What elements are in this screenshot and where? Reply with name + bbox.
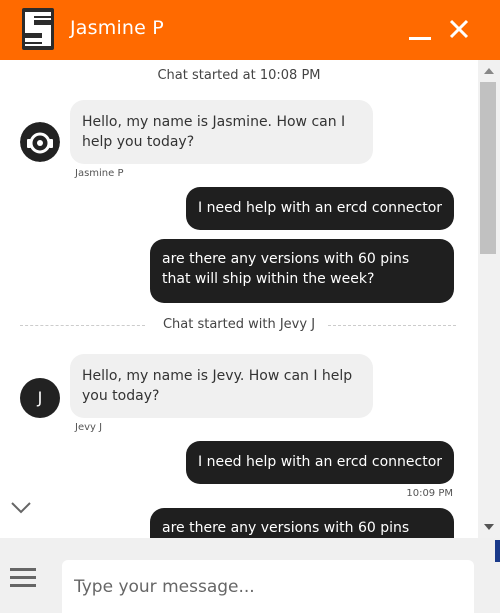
minimize-icon[interactable] xyxy=(407,22,433,46)
agent-name: Jasmine P xyxy=(70,17,164,39)
message-sender: Jevy J xyxy=(75,422,103,433)
menu-icon[interactable] xyxy=(10,568,36,588)
user-message: I need help with an ercd connector xyxy=(186,441,454,484)
chat-header: Jasmine P xyxy=(0,0,500,60)
close-icon[interactable] xyxy=(448,18,470,40)
message-input[interactable] xyxy=(62,560,474,613)
chat-transcript[interactable]: Chat started at 10:08 PM Hello, my name … xyxy=(0,60,478,538)
agent-transfer-notice: Chat started with Jevy J xyxy=(162,317,316,332)
user-message: I need help with an ercd connector xyxy=(186,187,454,230)
agent-avatar-headset-icon xyxy=(20,122,60,162)
message-timestamp: 10:09 PM xyxy=(406,488,453,499)
user-message: are there any versions with 60 pins that… xyxy=(150,239,454,303)
user-message: are there any versions with 60 pins that xyxy=(150,508,454,538)
chat-footer xyxy=(0,538,500,613)
chevron-down-icon[interactable] xyxy=(10,500,32,516)
agent-avatar: J xyxy=(20,378,60,418)
chat-started-notice: Chat started at 10:08 PM xyxy=(157,68,321,83)
agent-message: Hello, my name is Jevy. How can I help y… xyxy=(70,354,373,418)
window-edge xyxy=(495,540,500,562)
scroll-down-arrow-icon[interactable] xyxy=(484,524,494,530)
message-sender: Jasmine P xyxy=(75,168,124,179)
scrollbar-thumb[interactable] xyxy=(480,82,496,254)
s-logo-icon xyxy=(22,8,54,50)
agent-message: Hello, my name is Jasmine. How can I hel… xyxy=(70,100,373,164)
chat-scrollbar[interactable] xyxy=(478,60,500,538)
scroll-up-arrow-icon[interactable] xyxy=(484,68,494,74)
